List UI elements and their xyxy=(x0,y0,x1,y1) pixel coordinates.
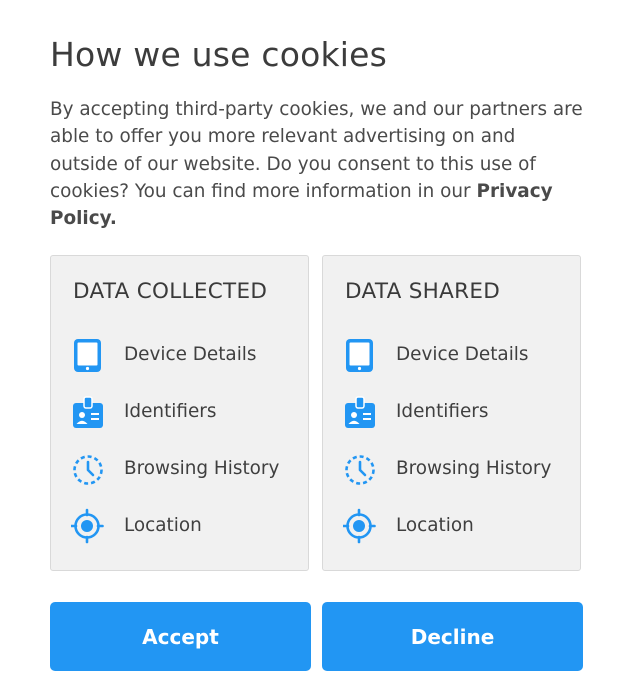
id-badge-icon xyxy=(71,394,105,430)
data-shared-card: DATA SHARED Device Details Identifiers B… xyxy=(322,255,581,571)
shared-item-browsing-history: Browsing History xyxy=(343,451,575,487)
accept-button[interactable]: Accept xyxy=(50,602,311,671)
id-badge-icon xyxy=(343,394,377,430)
data-collected-card: DATA COLLECTED Device Details Identifier… xyxy=(50,255,309,571)
dialog-title: How we use cookies xyxy=(50,35,388,74)
data-shared-title: DATA SHARED xyxy=(345,279,501,304)
item-label: Identifiers xyxy=(124,401,217,422)
tablet-icon xyxy=(71,337,105,373)
decline-button[interactable]: Decline xyxy=(322,602,583,671)
collected-item-location: Location xyxy=(71,508,303,544)
dialog-description: By accepting third-party cookies, we and… xyxy=(50,96,583,232)
item-label: Browsing History xyxy=(124,458,280,479)
item-label: Location xyxy=(396,515,474,536)
location-target-icon xyxy=(343,508,377,544)
item-label: Identifiers xyxy=(396,401,489,422)
data-collected-title: DATA COLLECTED xyxy=(73,279,268,304)
history-clock-icon xyxy=(343,451,377,487)
item-label: Device Details xyxy=(124,344,257,365)
item-label: Browsing History xyxy=(396,458,552,479)
item-label: Device Details xyxy=(396,344,529,365)
collected-item-identifiers: Identifiers xyxy=(71,394,303,430)
shared-item-identifiers: Identifiers xyxy=(343,394,575,430)
location-target-icon xyxy=(71,508,105,544)
collected-item-device-details: Device Details xyxy=(71,337,303,373)
item-label: Location xyxy=(124,515,202,536)
tablet-icon xyxy=(343,337,377,373)
shared-item-device-details: Device Details xyxy=(343,337,575,373)
cookie-dialog: How we use cookies By accepting third-pa… xyxy=(50,0,583,700)
shared-item-location: Location xyxy=(343,508,575,544)
history-clock-icon xyxy=(71,451,105,487)
collected-item-browsing-history: Browsing History xyxy=(71,451,303,487)
